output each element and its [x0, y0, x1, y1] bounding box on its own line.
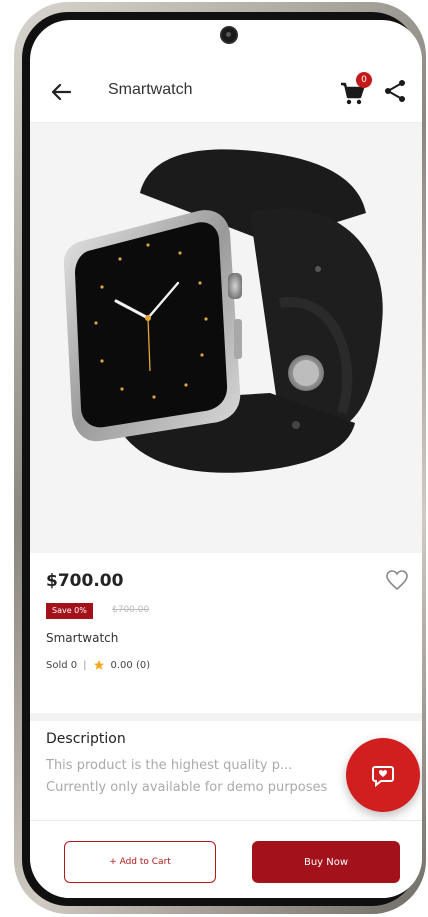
product-image[interactable]: [30, 123, 422, 553]
app-screen: Smartwatch 0 $700.00 Save 0% $700.00 Sma…: [30, 20, 422, 898]
top-app-bar: Smartwatch 0: [30, 60, 422, 123]
bottom-action-bar: + Add to Cart Buy Now: [30, 820, 422, 898]
wishlist-button[interactable]: [385, 569, 409, 591]
description-title: Description: [46, 731, 126, 747]
smartwatch-image: [63, 149, 383, 473]
buy-now-button[interactable]: Buy Now: [252, 841, 400, 883]
product-meta: Sold 0 | 0.00 (0): [46, 659, 150, 671]
share-button[interactable]: [382, 78, 408, 104]
page-title: Smartwatch: [108, 81, 193, 98]
front-camera: [222, 28, 236, 42]
star-icon: [93, 660, 104, 670]
cart-count-badge: 0: [356, 72, 372, 88]
meta-separator: |: [83, 659, 87, 671]
product-info: $700.00 Save 0% $700.00 Smartwatch Sold …: [30, 553, 422, 721]
product-name: Smartwatch: [46, 631, 119, 645]
discount-badge: Save 0%: [46, 603, 93, 619]
heart-icon: [386, 570, 408, 591]
original-price: $700.00: [112, 605, 150, 615]
chat-icon: [372, 766, 394, 788]
add-to-cart-button[interactable]: + Add to Cart: [64, 841, 216, 883]
chat-button[interactable]: [346, 738, 420, 812]
share-icon: [385, 80, 405, 102]
back-button[interactable]: [48, 80, 74, 104]
rating-text: 0.00 (0): [110, 659, 151, 671]
product-price: $700.00: [46, 571, 124, 591]
sold-count: Sold 0: [46, 659, 78, 671]
back-arrow-icon: [51, 83, 72, 101]
